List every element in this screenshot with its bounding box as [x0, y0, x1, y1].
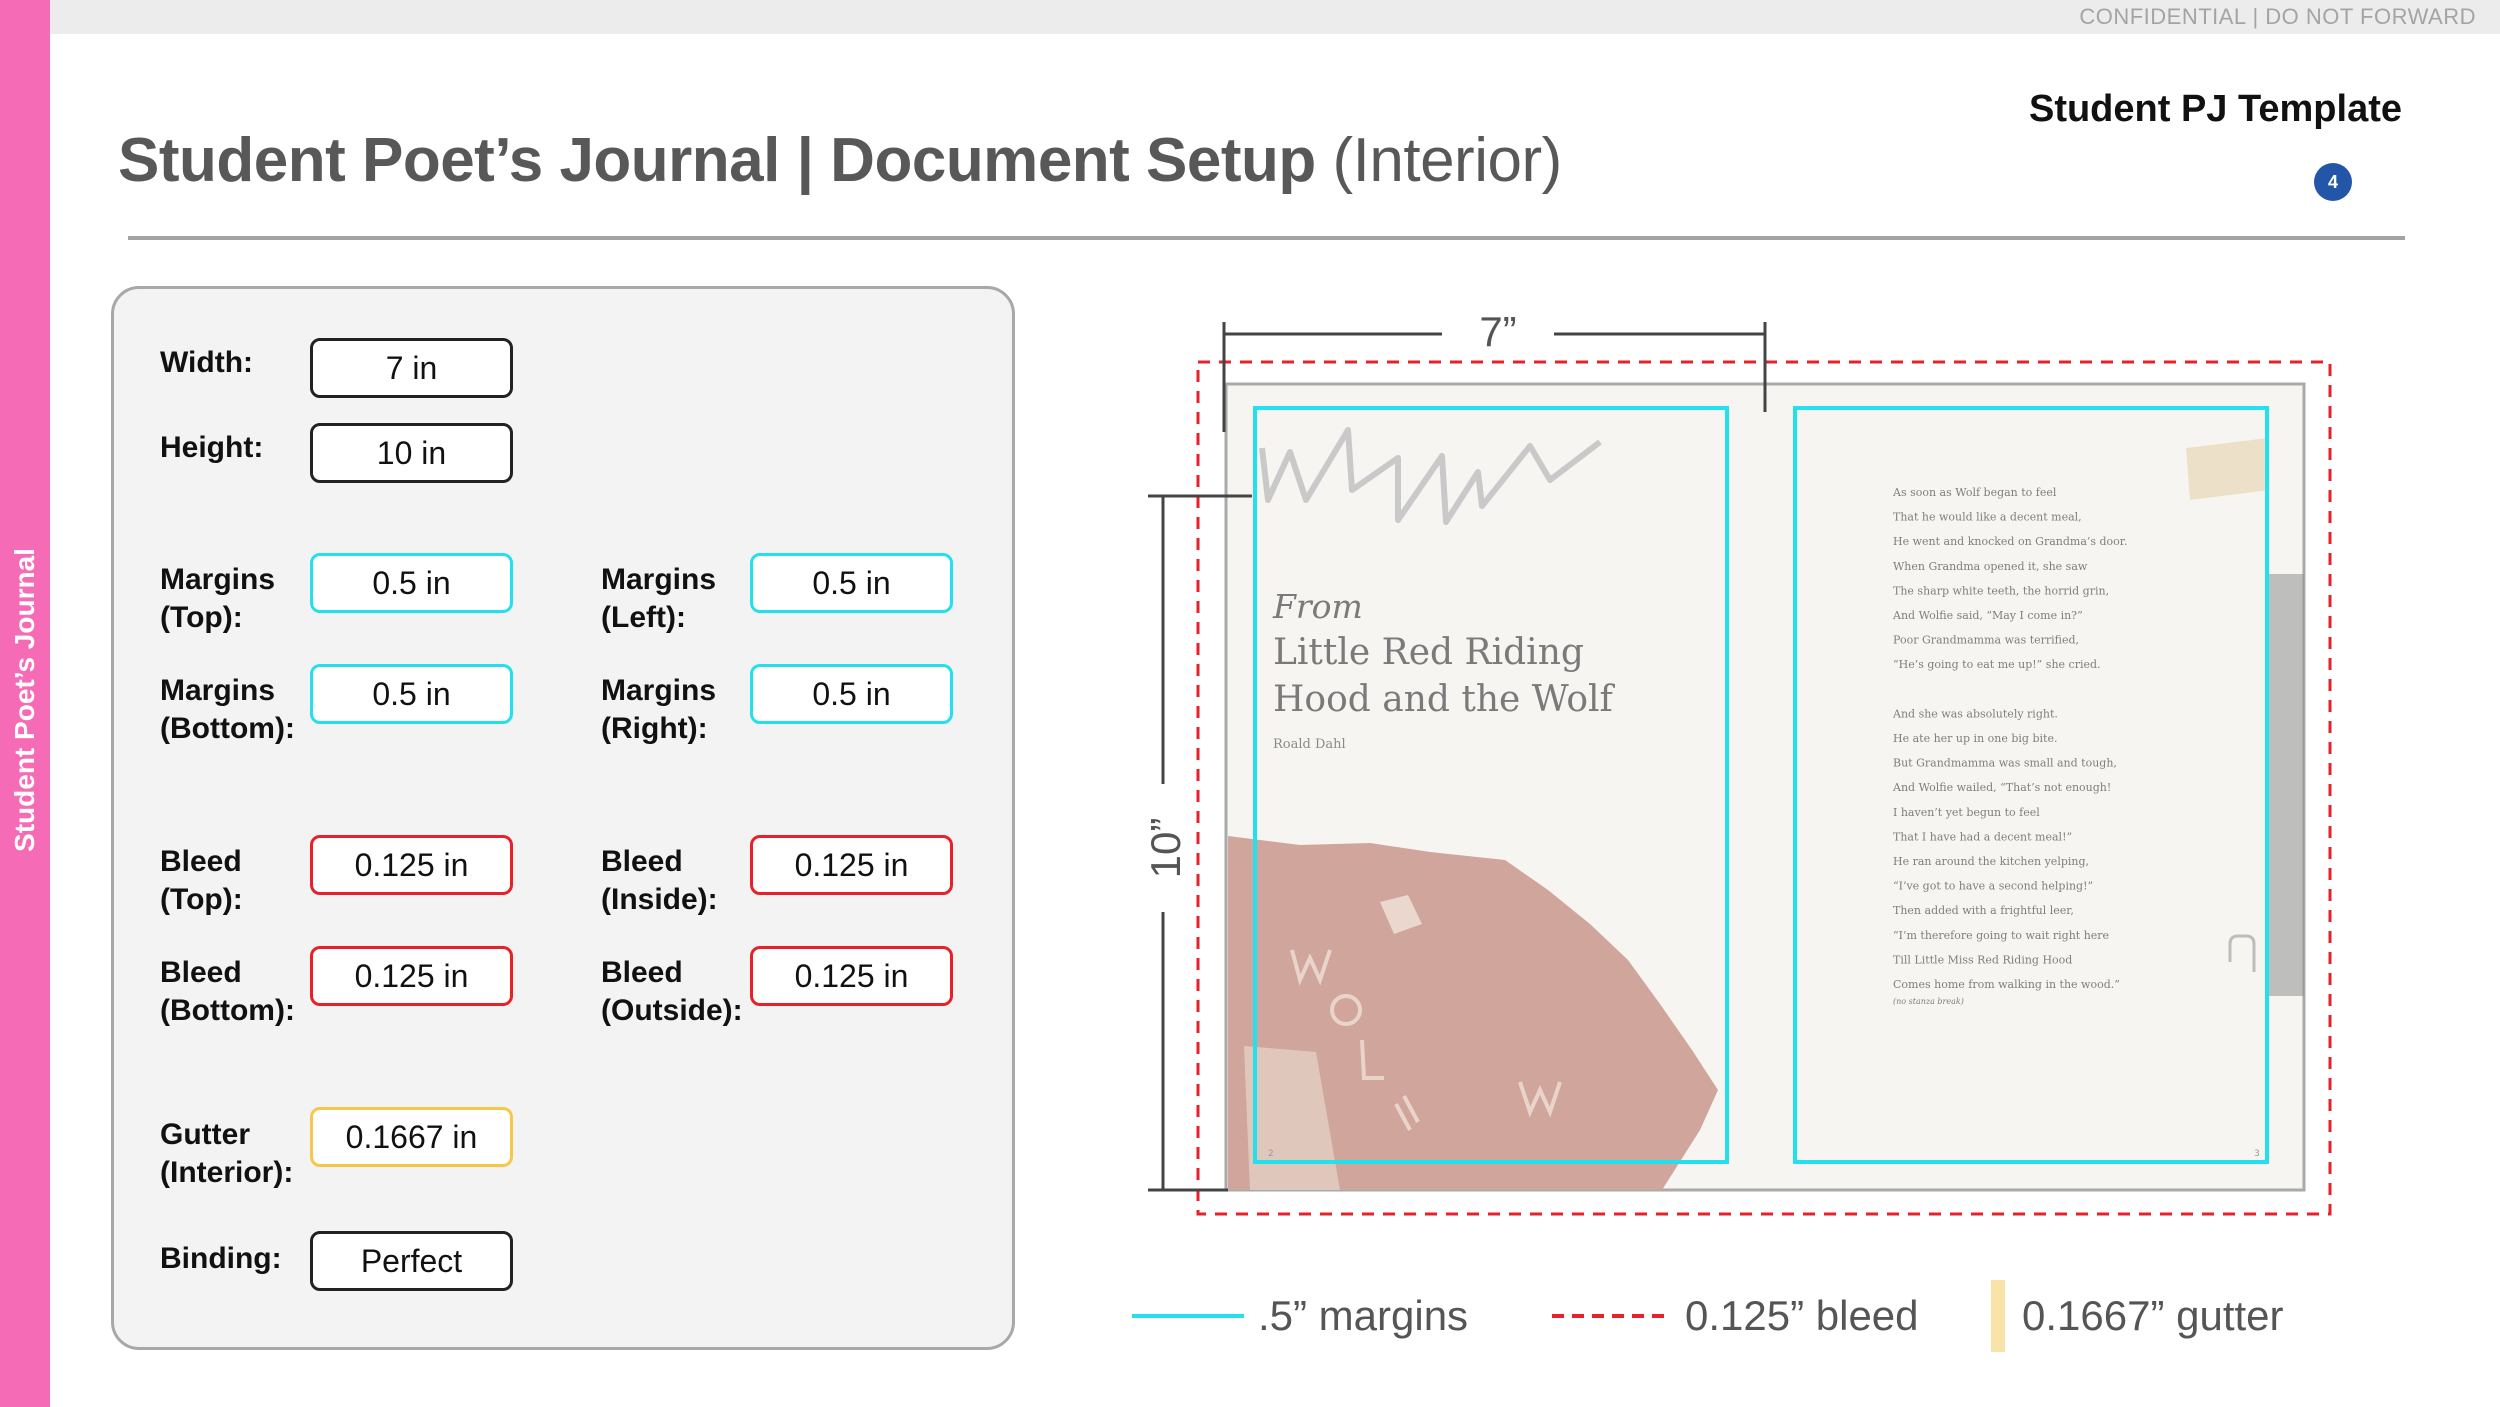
- poem-line: He ran around the kitchen yelping,: [1893, 855, 2089, 868]
- poem-line: As soon as Wolf began to feel: [1892, 486, 2057, 499]
- poem-line: (no stanza break): [1893, 997, 1964, 1006]
- page-spread-diagram: From Little Red Riding Hood and the Wolf…: [1132, 308, 2332, 1352]
- notebook-strip-art: [2268, 574, 2304, 996]
- poem-line: And Wolfie said, “May I come in?”: [1892, 609, 2083, 622]
- poem-line: I haven’t yet begun to feel: [1893, 806, 2040, 819]
- legend-gutter-swatch: [1991, 1280, 2005, 1352]
- author-text: Roald Dahl: [1273, 737, 1346, 752]
- poem-line: Then added with a frightful leer,: [1893, 904, 2074, 917]
- poem-line: “I’ve got to have a second helping!”: [1893, 880, 2093, 893]
- book-title-line2: Hood and the Wolf: [1273, 679, 1616, 720]
- legend-bleed-label: 0.125” bleed: [1685, 1292, 1919, 1339]
- book-title-line1: Little Red Riding: [1273, 632, 1584, 673]
- poem-line: “I’m therefore going to wait right here: [1893, 929, 2109, 942]
- poem-line: Comes home from walking in the wood.”: [1893, 978, 2120, 991]
- poem-line: And she was absolutely right.: [1892, 707, 2058, 720]
- poem-line: That I have had a decent meal!”: [1893, 830, 2072, 843]
- poem-line: That he would like a decent meal,: [1893, 511, 2082, 524]
- legend-gutter-label: 0.1667” gutter: [2022, 1292, 2284, 1339]
- poem-line: “He’s going to eat me up!” she cried.: [1893, 658, 2101, 671]
- poem-line: He went and knocked on Grandma’s door.: [1893, 535, 2127, 548]
- poem-line: But Grandmamma was small and tough,: [1893, 757, 2117, 770]
- poem-line: When Grandma opened it, she saw: [1893, 560, 2088, 573]
- poem-line: And Wolfie wailed, “That’s not enough!: [1892, 781, 2111, 794]
- right-page-number: 3: [2254, 1149, 2260, 1159]
- height-dimension-label: 10”: [1142, 818, 1189, 879]
- width-dimension-label: 7”: [1479, 308, 1516, 355]
- poem-line: The sharp white teeth, the horrid grin,: [1893, 584, 2109, 597]
- poem-line: Till Little Miss Red Riding Hood: [1893, 953, 2072, 966]
- poem-line: Poor Grandmamma was terrified,: [1893, 634, 2079, 647]
- legend-margins-label: .5” margins: [1258, 1292, 1469, 1339]
- from-text: From: [1272, 587, 1363, 626]
- poem-line: He ate her up in one big bite.: [1893, 732, 2057, 745]
- left-page-number: 2: [1268, 1149, 1274, 1159]
- tape-art: [2186, 438, 2270, 500]
